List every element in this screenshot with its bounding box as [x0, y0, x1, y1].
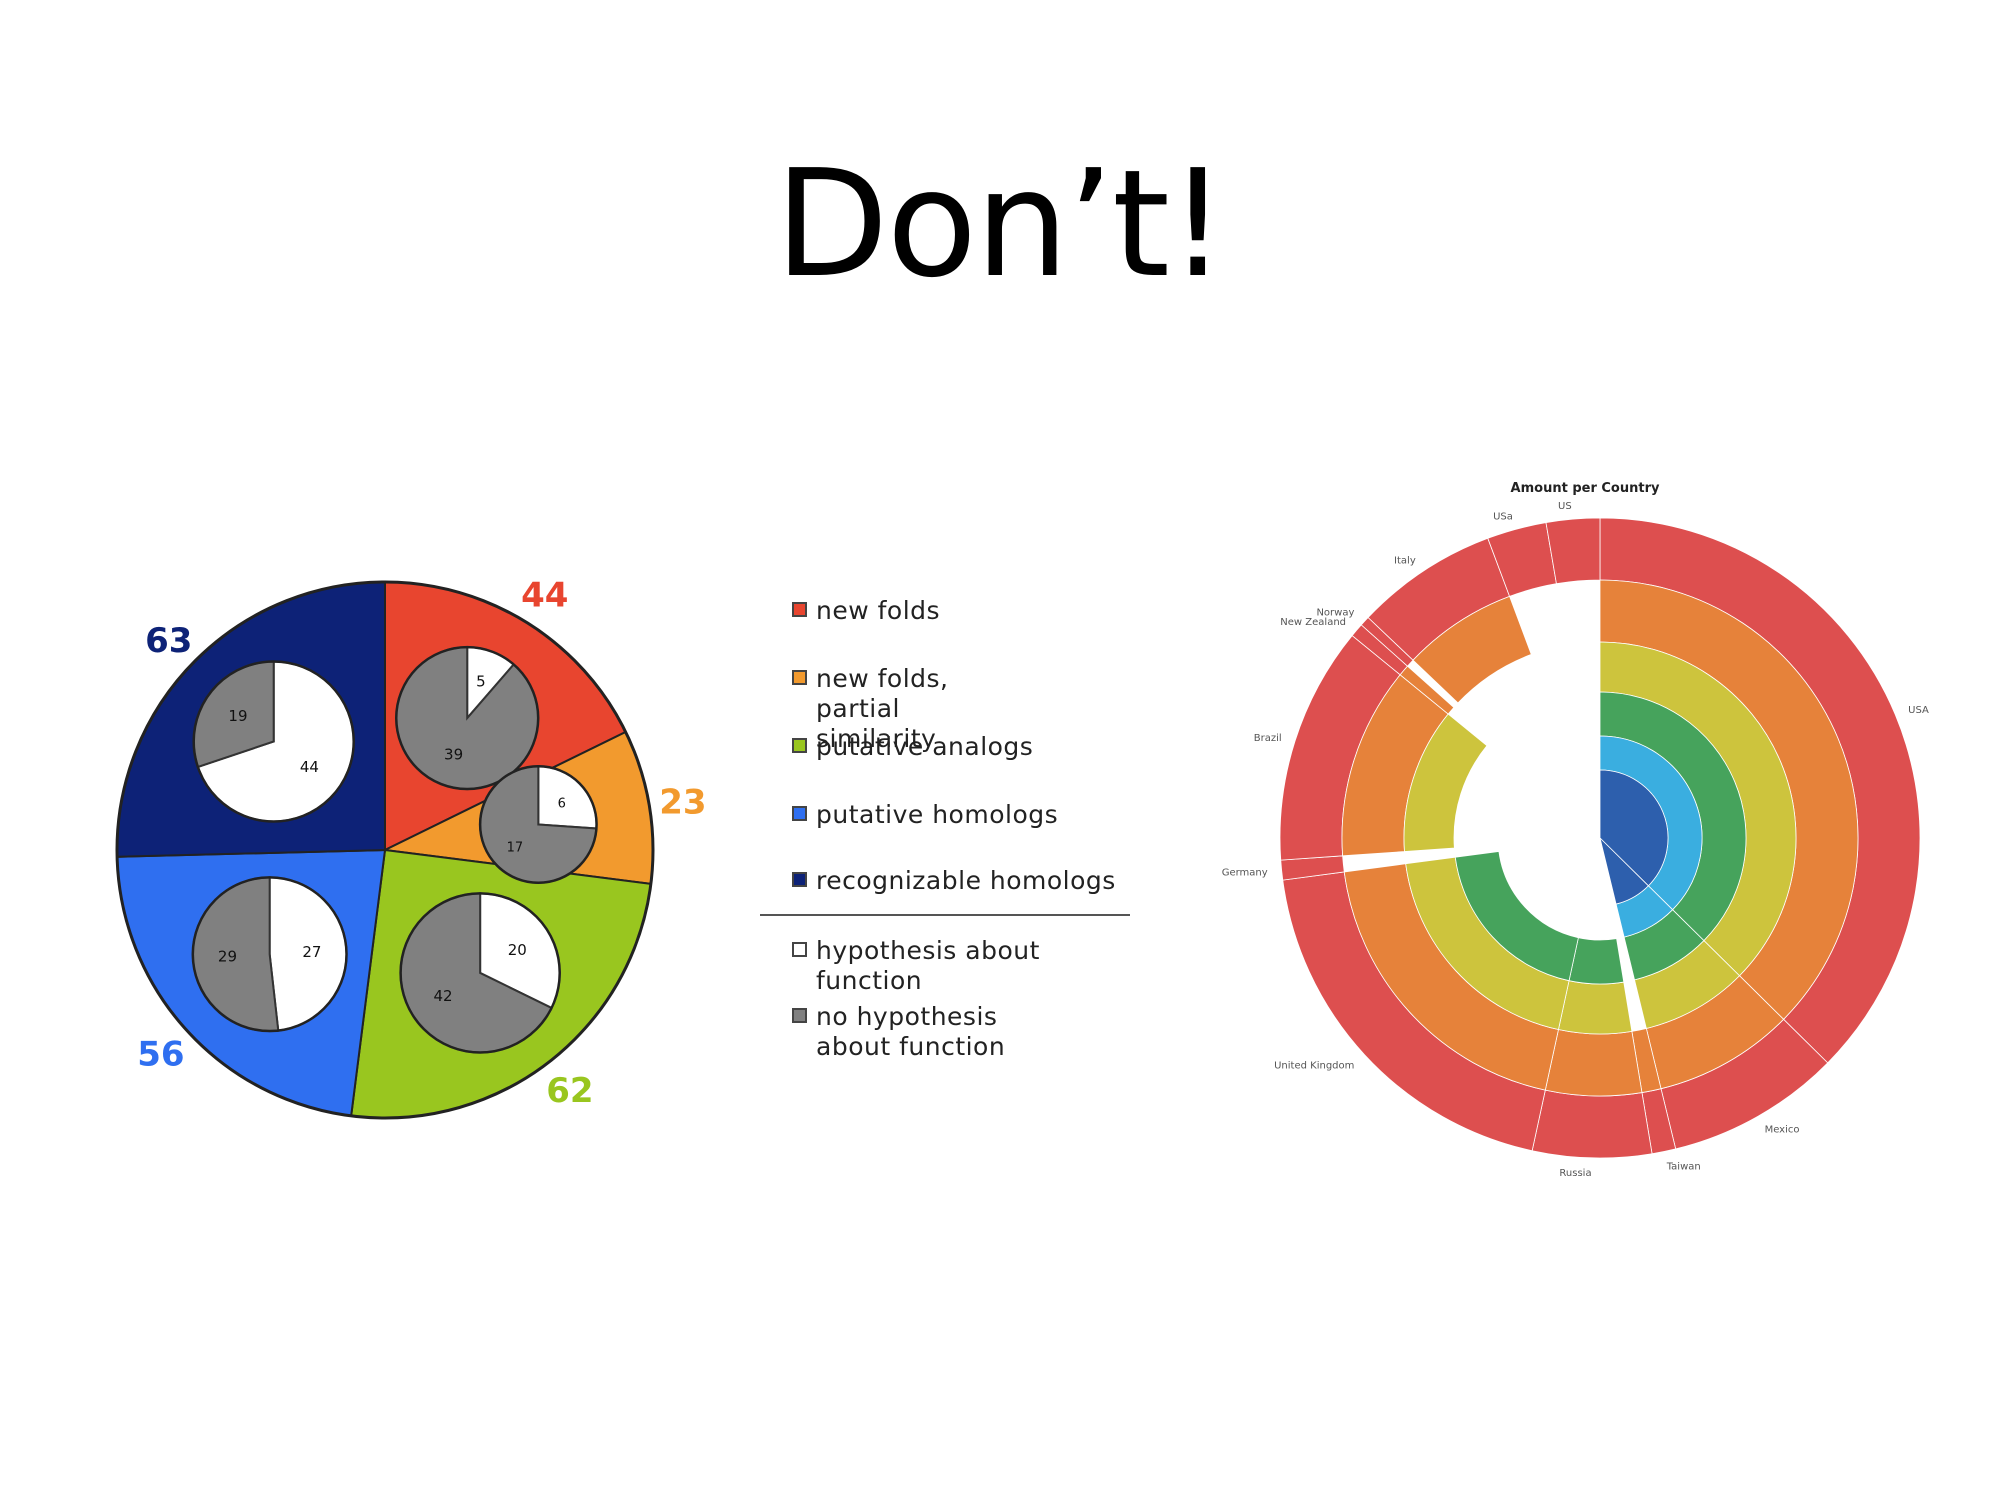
- subpie-hypothesis-label: 5: [476, 673, 486, 691]
- sunburst-label: USa: [1493, 512, 1513, 523]
- legend-swatch: [792, 1008, 807, 1023]
- pie-value-label: 44: [521, 576, 568, 616]
- sunburst-label: Mexico: [1765, 1125, 1800, 1136]
- sunburst-label: Taiwan: [1666, 1161, 1701, 1172]
- legend-swatch: [792, 670, 807, 685]
- sunburst-label: Russia: [1559, 1168, 1591, 1179]
- sunburst-label: US: [1558, 501, 1572, 512]
- sunburst-chart: Amount per Country USA Mexico Taiwan Russia U…: [1222, 481, 1929, 1179]
- legend-label: recognizable homologs: [816, 866, 1116, 895]
- slide-title: Don’t!: [774, 138, 1228, 310]
- legend-label: putative homologs: [816, 800, 1059, 829]
- subpie-no-hypothesis-label: 39: [444, 746, 463, 764]
- sunburst-segment: [1531, 1089, 1653, 1159]
- subpie-no-hypothesis-label: 19: [228, 707, 247, 725]
- legend-item-recognizable-homologs: recognizable homologs: [792, 866, 1132, 896]
- legend-item-putative-homologs: putative homologs: [792, 800, 1132, 830]
- legend-label: hypothesis about function: [816, 936, 1040, 995]
- legend-label: new folds: [816, 596, 941, 625]
- legend-swatch: [792, 602, 807, 617]
- sunburst-segment: [1557, 980, 1633, 1035]
- sunburst-segment: [1544, 1029, 1643, 1097]
- legend-swatch: [792, 872, 807, 887]
- legend-swatch: [792, 806, 807, 821]
- subpie-hypothesis-label: 44: [300, 758, 319, 776]
- sunburst-label: United Kingdom: [1274, 1060, 1354, 1071]
- pie-value-label: 62: [546, 1071, 593, 1111]
- sunburst-title: Amount per Country: [1511, 481, 1660, 496]
- subpie-hypothesis-label: 20: [508, 941, 527, 959]
- sunburst-label: Italy: [1394, 555, 1416, 566]
- sunburst-label: Germany: [1222, 868, 1268, 879]
- subpie-hypothesis-label: 6: [558, 797, 566, 812]
- subpie-no-hypothesis-label: 17: [507, 840, 524, 855]
- sunburst-label: Norway: [1316, 608, 1354, 619]
- pie-value-label: 56: [137, 1034, 184, 1074]
- subpie-hypothesis-label: 27: [302, 943, 321, 961]
- sunburst-label: New Zealand: [1280, 617, 1346, 628]
- legend-item-new-folds: new folds: [792, 596, 1132, 626]
- pie-value-label: 23: [659, 782, 706, 822]
- legend-label: putative analogs: [816, 732, 1034, 761]
- subpie-no-hypothesis-label: 29: [218, 948, 237, 966]
- legend-divider: [760, 914, 1130, 916]
- legend-swatch: [792, 942, 807, 957]
- subpie-no-hypothesis-label: 42: [433, 987, 452, 1005]
- legend-label: no hypothesis about function: [816, 1002, 1006, 1061]
- legend-item-no-hypothesis: no hypothesis about function: [792, 1002, 1132, 1062]
- pie-chart: 44 5 39 23 6 17 62 20 42 56 27 29 63 44 19: [115, 576, 707, 1120]
- pie-legend: new folds new folds, partial similarity …: [760, 588, 1140, 1088]
- legend-item-hypothesis: hypothesis about function: [792, 936, 1132, 996]
- legend-item-putative-analogs: putative analogs: [792, 732, 1132, 762]
- sunburst-label: Brazil: [1254, 733, 1282, 744]
- sunburst-label: USA: [1908, 705, 1929, 716]
- legend-swatch: [792, 738, 807, 753]
- pie-value-label: 63: [145, 621, 192, 661]
- slide: Don’t! 44 5 39 23 6 17 62 20 42 56 27 29 63 44 19 new …: [0, 0, 2000, 1500]
